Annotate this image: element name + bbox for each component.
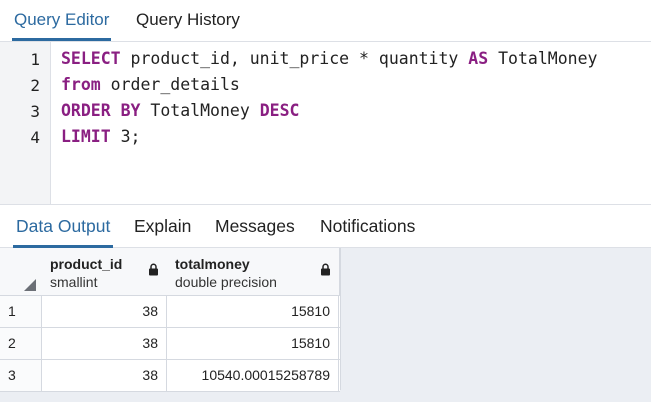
code-line: LIMIT 3;	[61, 127, 140, 146]
tab-messages[interactable]: Messages	[215, 205, 295, 247]
sql-text: product_id, unit_price * quantity	[120, 49, 469, 68]
row-number[interactable]: 1	[0, 296, 42, 327]
cell-product-id[interactable]: 38	[42, 328, 167, 359]
column-name: product_id	[50, 256, 123, 272]
cell-totalmoney[interactable]: 10540.00015258789	[167, 360, 339, 391]
column-type: double precision	[175, 274, 277, 290]
cell-totalmoney[interactable]: 15810	[167, 296, 339, 327]
code-line: SELECT product_id, unit_price * quantity…	[61, 49, 597, 68]
result-grid: product_id smallint totalmoney double pr…	[0, 248, 341, 392]
line-number: 3	[30, 102, 40, 121]
column-name: totalmoney	[175, 256, 250, 272]
cell-product-id[interactable]: 38	[42, 360, 167, 391]
sql-keyword: ORDER BY	[61, 101, 141, 120]
tab-data-output[interactable]: Data Output	[12, 205, 114, 248]
cell-product-id[interactable]: 38	[42, 296, 167, 327]
sql-keyword: SELECT	[61, 49, 121, 68]
cell-totalmoney[interactable]: 15810	[167, 328, 339, 359]
sort-corner-icon	[24, 279, 36, 291]
sql-text: TotalMoney	[140, 101, 260, 120]
sql-editor[interactable]: 1 2 3 4 SELECT product_id, unit_price * …	[0, 42, 651, 204]
row-number[interactable]: 2	[0, 328, 42, 359]
line-number-gutter: 1 2 3 4	[0, 42, 51, 204]
tab-notifications[interactable]: Notifications	[320, 205, 415, 247]
sql-text: TotalMoney	[488, 49, 598, 68]
table-row[interactable]: 1 38 15810	[0, 296, 340, 328]
sql-text: order_details	[100, 75, 240, 94]
editor-tab-bar: Query Editor Query History	[0, 0, 651, 42]
sql-keyword: DESC	[259, 101, 300, 120]
line-number: 2	[30, 76, 40, 95]
code-line: ORDER BY TotalMoney DESC	[61, 101, 299, 120]
sql-text: 3;	[110, 127, 141, 146]
sql-keyword: AS	[468, 49, 489, 68]
column-header-product-id[interactable]: product_id smallint	[42, 248, 168, 296]
column-type: smallint	[50, 274, 98, 290]
row-number[interactable]: 3	[0, 360, 42, 391]
tab-query-history[interactable]: Query History	[136, 0, 240, 40]
lock-icon	[321, 263, 330, 276]
tab-query-editor[interactable]: Query Editor	[11, 0, 112, 41]
output-tab-bar: Data Output Explain Messages Notificatio…	[0, 205, 651, 248]
column-header-totalmoney[interactable]: totalmoney double precision	[167, 248, 340, 296]
code-line: from order_details	[61, 75, 240, 94]
sql-keyword: from	[61, 75, 101, 94]
line-number: 4	[30, 128, 40, 147]
lock-icon	[149, 263, 158, 276]
tab-explain[interactable]: Explain	[134, 205, 191, 247]
line-number: 1	[30, 50, 40, 69]
grid-corner-header[interactable]	[0, 248, 43, 296]
table-row[interactable]: 2 38 15810	[0, 328, 340, 360]
table-row[interactable]: 3 38 10540.00015258789	[0, 360, 340, 392]
sql-keyword: LIMIT	[61, 127, 111, 146]
